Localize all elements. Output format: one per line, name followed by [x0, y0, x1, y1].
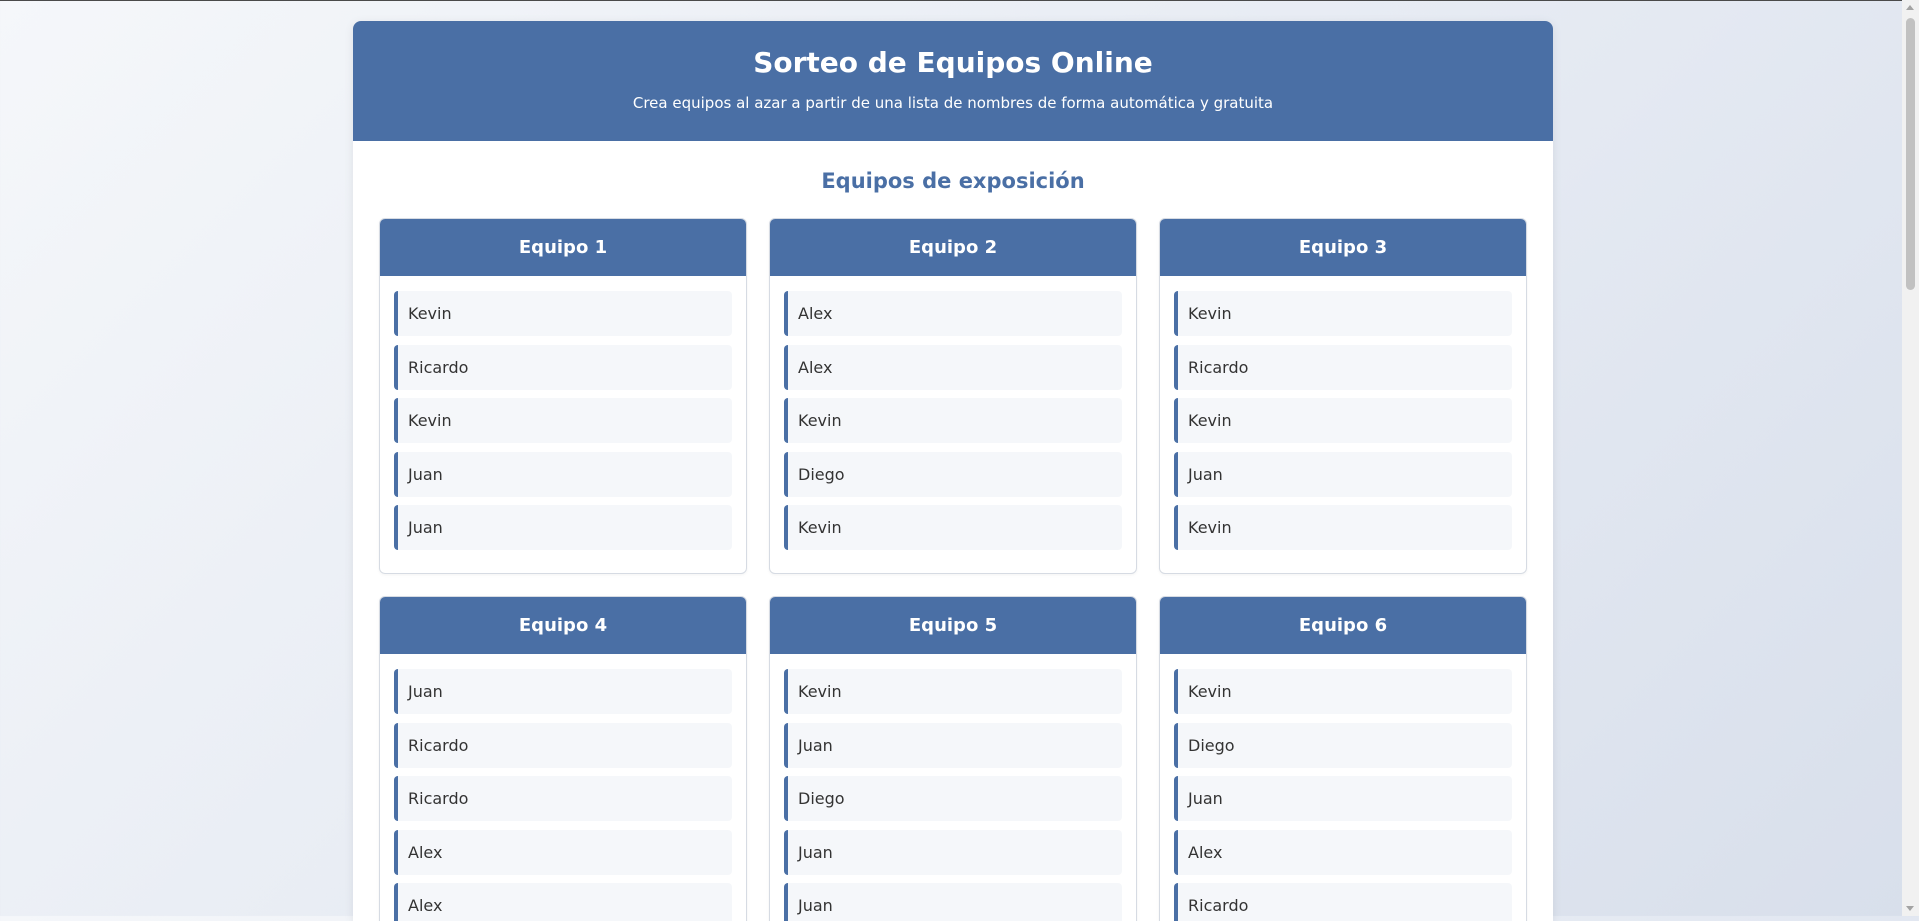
- scrollbar-thumb[interactable]: [1906, 18, 1915, 290]
- team-member: Alex: [784, 291, 1122, 336]
- team-member: Diego: [784, 776, 1122, 821]
- team-member: Juan: [394, 669, 732, 714]
- team-members-list: Kevin Juan Diego Juan Juan: [770, 654, 1136, 921]
- team-member: Alex: [394, 883, 732, 921]
- team-member: Kevin: [784, 669, 1122, 714]
- team-card: Equipo 4 Juan Ricardo Ricardo Alex Alex: [379, 596, 747, 921]
- team-title: Equipo 2: [770, 219, 1136, 276]
- scroll-up-arrow-icon[interactable]: [1906, 5, 1914, 10]
- team-card: Equipo 3 Kevin Ricardo Kevin Juan Kevin: [1159, 218, 1527, 574]
- main-container: Sorteo de Equipos Online Crea equipos al…: [353, 21, 1553, 921]
- team-member: Juan: [784, 829, 1122, 875]
- team-members-list: Kevin Diego Juan Alex Ricardo: [1160, 654, 1526, 921]
- team-member: Juan: [394, 505, 732, 550]
- team-title: Equipo 1: [380, 219, 746, 276]
- team-member: Kevin: [784, 505, 1122, 550]
- team-card: Equipo 5 Kevin Juan Diego Juan Juan: [769, 596, 1137, 921]
- team-member: Ricardo: [394, 722, 732, 768]
- team-member: Kevin: [1174, 291, 1512, 336]
- team-member: Kevin: [394, 398, 732, 443]
- team-member: Alex: [394, 829, 732, 875]
- team-member: Kevin: [394, 291, 732, 336]
- team-card: Equipo 6 Kevin Diego Juan Alex Ricardo: [1159, 596, 1527, 921]
- team-member: Ricardo: [394, 776, 732, 821]
- team-title: Equipo 6: [1160, 597, 1526, 654]
- team-member: Ricardo: [1174, 344, 1512, 390]
- team-members-list: Kevin Ricardo Kevin Juan Juan: [380, 276, 746, 550]
- team-card: Equipo 1 Kevin Ricardo Kevin Juan Juan: [379, 218, 747, 574]
- page-header: Sorteo de Equipos Online Crea equipos al…: [353, 21, 1553, 141]
- team-member: Juan: [784, 883, 1122, 921]
- team-members-list: Alex Alex Kevin Diego Kevin: [770, 276, 1136, 550]
- page-subtitle: Crea equipos al azar a partir de una lis…: [632, 94, 1274, 112]
- team-member: Kevin: [1174, 669, 1512, 714]
- window-top-border: [0, 0, 1919, 1]
- team-title: Equipo 5: [770, 597, 1136, 654]
- team-member: Juan: [394, 451, 732, 497]
- team-title: Equipo 4: [380, 597, 746, 654]
- team-member: Kevin: [784, 398, 1122, 443]
- team-members-list: Kevin Ricardo Kevin Juan Kevin: [1160, 276, 1526, 550]
- team-member: Juan: [1174, 451, 1512, 497]
- team-member: Juan: [784, 722, 1122, 768]
- team-card: Equipo 2 Alex Alex Kevin Diego Kevin: [769, 218, 1137, 574]
- page-title: Sorteo de Equipos Online: [753, 46, 1153, 79]
- team-member: Kevin: [1174, 505, 1512, 550]
- teams-grid: Equipo 1 Kevin Ricardo Kevin Juan Juan E…: [379, 218, 1527, 921]
- section-title: Equipos de exposición: [821, 169, 1085, 193]
- team-members-list: Juan Ricardo Ricardo Alex Alex: [380, 654, 746, 921]
- team-member: Ricardo: [394, 344, 732, 390]
- scroll-down-arrow-icon[interactable]: [1906, 906, 1914, 911]
- team-member: Diego: [784, 451, 1122, 497]
- vertical-scrollbar[interactable]: [1902, 0, 1919, 916]
- team-member: Ricardo: [1174, 883, 1512, 921]
- team-member: Alex: [1174, 829, 1512, 875]
- team-title: Equipo 3: [1160, 219, 1526, 276]
- team-member: Diego: [1174, 722, 1512, 768]
- team-member: Kevin: [1174, 398, 1512, 443]
- team-member: Alex: [784, 344, 1122, 390]
- team-member: Juan: [1174, 776, 1512, 821]
